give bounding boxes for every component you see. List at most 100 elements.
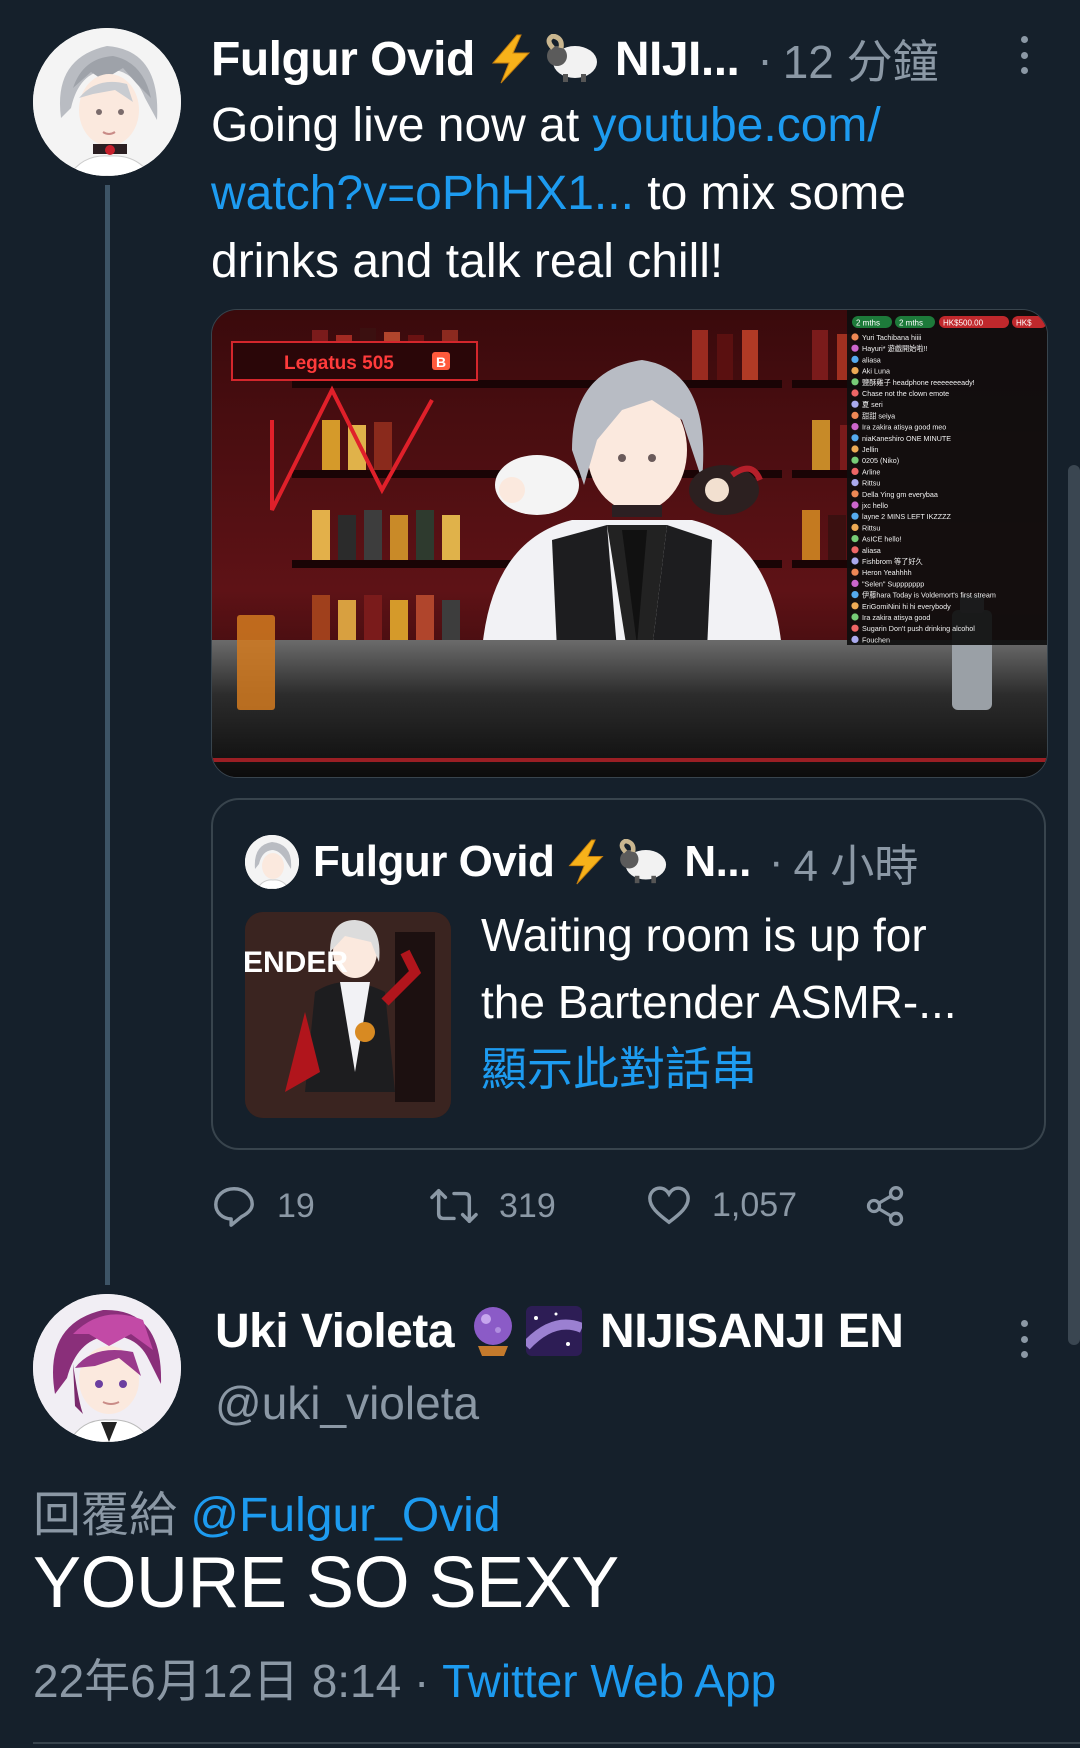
chat-avatar xyxy=(851,557,859,565)
chat-stat-text: 2 mths xyxy=(856,319,880,328)
chat-line: AsICE hello! xyxy=(862,535,902,544)
like-button[interactable]: 1,057 xyxy=(646,1183,797,1227)
tweet2-source-link[interactable]: Twitter Web App xyxy=(442,1655,776,1707)
heart-icon xyxy=(648,1186,690,1225)
chat-line: "Selen" Suppppppp xyxy=(862,579,924,588)
reply-prefix: 回覆給 xyxy=(33,1489,191,1542)
chat-avatar xyxy=(851,635,859,643)
chat-line: Rittsu xyxy=(862,523,880,532)
tweet1-text-start: Going live now at xyxy=(211,99,593,152)
chat-avatar xyxy=(851,613,859,621)
ram-icon xyxy=(543,34,603,84)
quoted-tweet-card[interactable]: Fulgur Ovid N... · 4 小時 ENDER Waiting ro… xyxy=(211,798,1046,1150)
chat-line: Ira zakira atisya good meo xyxy=(862,423,946,432)
chat-avatar xyxy=(851,591,859,599)
chat-avatar xyxy=(851,378,859,386)
stream-banner-text: Legatus 505 xyxy=(284,353,394,374)
chat-line: Chase not the clown emote xyxy=(862,389,949,398)
tweet1-header: Fulgur Ovid NIJI... · 12 分鐘 xyxy=(211,24,1031,94)
timestamp-separator: · xyxy=(401,1655,443,1707)
chat-line: Fishbrom 等了好久 xyxy=(862,557,923,566)
chat-line: Jellin xyxy=(862,445,878,454)
tweet1-link-part2[interactable]: watch?v=oPhHX1... xyxy=(211,167,634,220)
lightning-icon xyxy=(487,33,535,85)
show-thread-link[interactable]: 顯示此對話串 xyxy=(481,1036,1021,1103)
scrollbar[interactable] xyxy=(1068,465,1080,1345)
quote-time: 4 小時 xyxy=(793,842,919,891)
chat-avatar xyxy=(851,344,859,352)
reply-mention-link[interactable]: @Fulgur_Ovid xyxy=(190,1489,500,1542)
chat-line: layne 2 MINS LEFT IKZZZZ xyxy=(862,512,952,521)
tweet1-display-name[interactable]: Fulgur Ovid xyxy=(211,32,475,87)
tweet1-text-line3: drinks and talk real chill! xyxy=(211,235,724,288)
ram-icon xyxy=(616,839,672,885)
chat-line: 夏 seri xyxy=(862,400,883,409)
retweet-count: 319 xyxy=(499,1186,556,1225)
chat-stat-text: HK$500.00 xyxy=(943,319,984,328)
tweet2-name-suffix[interactable]: NIJISANJI EN xyxy=(600,1304,904,1359)
lightning-icon xyxy=(564,838,608,886)
chat-line: jxc hello xyxy=(861,501,888,510)
chat-stat-text: 2 mths xyxy=(899,319,923,328)
chat-avatar xyxy=(851,602,859,610)
chat-line: 鹽酥雞子 headphone reeeeeeeady! xyxy=(862,378,975,387)
quote-text-line1: Waiting room is up for xyxy=(481,909,927,961)
chat-avatar xyxy=(851,434,859,442)
chat-line: Sugarin Don't push drinking alcohol xyxy=(862,624,975,633)
quote-separator: · xyxy=(768,837,784,886)
tweet1-more-icon[interactable] xyxy=(1012,36,1036,74)
chat-line: 甜甜 seiya xyxy=(862,411,895,420)
chat-line: aliasa xyxy=(862,355,881,364)
chat-avatar xyxy=(851,512,859,520)
tweet2-timestamp-row: 22年6月12日 8:14 · Twitter Web App xyxy=(33,1645,776,1711)
retweet-button[interactable]: 319 xyxy=(429,1183,556,1229)
quote-header: Fulgur Ovid N... · 4 小時 xyxy=(245,830,918,894)
chat-line: Rittsu xyxy=(862,479,880,488)
tweet1-text: Going live now at youtube.com/ watch?v=o… xyxy=(211,92,1041,296)
quote-thumb-text: ENDER xyxy=(245,946,348,979)
tweet2-display-name[interactable]: Uki Violeta xyxy=(215,1304,455,1359)
quote-display-name: Fulgur Ovid xyxy=(313,837,555,886)
quote-text: Waiting room is up for the Bartender ASM… xyxy=(481,902,1021,1103)
chat-line: 伊藤hara Today is Voldemort's first stream xyxy=(862,591,996,600)
chat-line: Heron Yeahhhh xyxy=(862,568,912,577)
tweet1-time[interactable]: 12 分鐘 xyxy=(783,26,939,92)
avatar-fulgur-ovid[interactable] xyxy=(33,28,181,176)
chat-line: Arline xyxy=(862,467,880,476)
chat-line: Della Ying gm everybaa xyxy=(862,490,938,499)
retweet-icon xyxy=(430,1188,478,1224)
avatar-uki-violeta[interactable] xyxy=(33,1294,181,1442)
chat-avatar xyxy=(851,479,859,487)
tweet2-timestamp[interactable]: 22年6月12日 8:14 xyxy=(33,1655,401,1707)
tweet1-link-part1[interactable]: youtube.com/ xyxy=(593,99,881,152)
reply-count: 19 xyxy=(277,1186,315,1225)
chat-line: niaKaneshiro ONE MINUTE xyxy=(862,434,951,443)
chat-line: 0205 (Niko) xyxy=(862,456,899,465)
tweet1-separator: · xyxy=(757,33,773,85)
stream-screenshot[interactable]: Legatus 505 B 2 mths2 mthsHK$500.00HK xyxy=(211,309,1048,778)
tweet2-handle[interactable]: @uki_violeta xyxy=(215,1376,479,1430)
chat-line: Yuri Tachibana hiiii xyxy=(862,333,922,342)
chat-line: Aki Luna xyxy=(862,367,890,376)
tweet2-more-icon[interactable] xyxy=(1012,1320,1036,1358)
chat-avatar xyxy=(851,400,859,408)
reply-button[interactable]: 19 xyxy=(211,1183,315,1229)
quote-avatar xyxy=(245,835,299,889)
share-icon xyxy=(866,1186,904,1226)
chat-line: EriGomiNini hi hi everybody xyxy=(862,602,951,611)
chat-avatar xyxy=(851,355,859,363)
tweet1-name-suffix[interactable]: NIJI... xyxy=(615,32,740,87)
chat-avatar xyxy=(851,501,859,509)
chat-line: Fouchen xyxy=(862,635,890,644)
chat-avatar xyxy=(851,535,859,543)
chat-avatar xyxy=(851,467,859,475)
share-button[interactable] xyxy=(863,1183,927,1229)
chat-avatar xyxy=(851,423,859,431)
chat-avatar xyxy=(851,568,859,576)
quote-thumbnail: ENDER xyxy=(245,912,451,1118)
chat-line: aliasa xyxy=(862,546,881,555)
crystal-ball-icon xyxy=(468,1304,518,1358)
chat-avatar xyxy=(851,490,859,498)
divider xyxy=(33,1742,1080,1744)
quote-name-suffix: N... xyxy=(684,837,751,886)
